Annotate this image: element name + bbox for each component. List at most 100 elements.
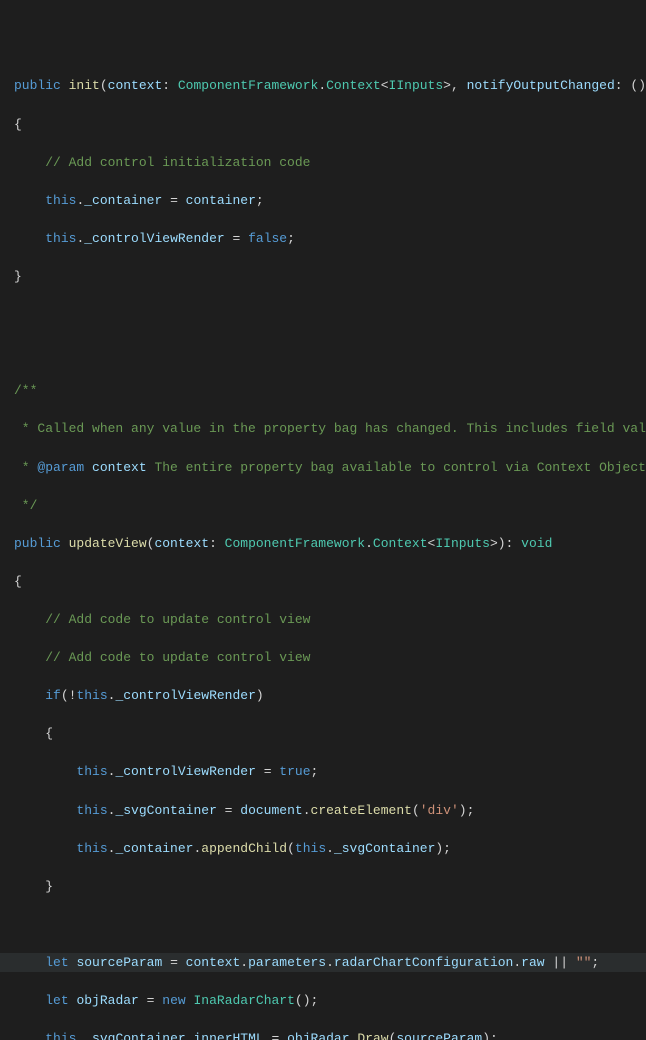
return-type: void (521, 536, 552, 551)
code-line[interactable]: this._svgContainer.innerHTML = objRadar.… (0, 1029, 646, 1040)
jsdoc-text: * (14, 460, 37, 475)
type-name: ComponentFramework (178, 78, 318, 93)
jsdoc-close: */ (14, 498, 37, 513)
punctuation: >, (443, 78, 466, 93)
comment: // Add code to update control view (45, 650, 310, 665)
identifier: document (240, 803, 302, 818)
boolean-literal: false (248, 231, 287, 246)
identifier: container (186, 193, 256, 208)
punctuation: . (186, 1031, 194, 1040)
type-name: ComponentFramework (225, 536, 365, 551)
punctuation: ; (311, 764, 319, 779)
code-line[interactable] (0, 343, 646, 362)
property: innerHTML (193, 1031, 263, 1040)
code-line[interactable]: */ (0, 496, 646, 515)
property: _controlViewRender (115, 688, 255, 703)
punctuation: >): (490, 536, 521, 551)
punctuation: = (225, 231, 248, 246)
punctuation: : (162, 78, 178, 93)
method-call: createElement (311, 803, 412, 818)
brace: { (45, 726, 53, 741)
code-line[interactable]: this._svgContainer = document.createElem… (0, 801, 646, 820)
punctuation: = (139, 993, 162, 1008)
punctuation (186, 993, 194, 1008)
code-line[interactable]: this._container.appendChild(this._svgCon… (0, 839, 646, 858)
keyword-this: this (76, 803, 107, 818)
brace: } (14, 269, 22, 284)
code-line-highlighted[interactable]: let sourceParam = context.parameters.rad… (0, 953, 646, 972)
code-editor-viewport[interactable]: public init(context: ComponentFramework.… (0, 57, 646, 1040)
punctuation: . (108, 688, 116, 703)
punctuation: ) (256, 688, 264, 703)
parameter: notifyOutputChanged (467, 78, 615, 93)
punctuation: ; (591, 955, 599, 970)
operator: || (552, 955, 568, 970)
code-line[interactable]: { (0, 115, 646, 134)
code-line[interactable]: } (0, 877, 646, 896)
punctuation: ); (435, 841, 451, 856)
property: _container (84, 193, 162, 208)
jsdoc-text: * Called when any value in the property … (14, 421, 646, 436)
code-line[interactable]: // Add code to update control view (0, 648, 646, 667)
punctuation: = (217, 803, 240, 818)
keyword-this: this (76, 688, 107, 703)
keyword-let: let (45, 993, 68, 1008)
code-line[interactable]: public init(context: ComponentFramework.… (0, 76, 646, 95)
property: _svgContainer (334, 841, 435, 856)
property: _controlViewRender (84, 231, 224, 246)
punctuation: . (240, 955, 248, 970)
code-line[interactable]: { (0, 572, 646, 591)
code-line[interactable]: if(!this._controlViewRender) (0, 686, 646, 705)
punctuation: = (162, 955, 185, 970)
code-line[interactable]: this._controlViewRender = true; (0, 762, 646, 781)
property: raw (521, 955, 544, 970)
comment: // Add control initialization code (45, 155, 310, 170)
punctuation (545, 955, 553, 970)
punctuation: ( (100, 78, 108, 93)
code-line[interactable]: * @param context The entire property bag… (0, 458, 646, 477)
code-line[interactable]: this._controlViewRender = false; (0, 229, 646, 248)
code-line[interactable]: // Add code to update control view (0, 610, 646, 629)
boolean-literal: true (279, 764, 310, 779)
code-line[interactable]: // Add control initialization code (0, 153, 646, 172)
punctuation: : (209, 536, 225, 551)
type-name: Context (326, 78, 381, 93)
jsdoc-param: context (92, 460, 147, 475)
code-line[interactable]: /** (0, 381, 646, 400)
code-line[interactable] (0, 915, 646, 934)
code-line[interactable]: { (0, 724, 646, 743)
punctuation: ( (147, 536, 155, 551)
keyword-let: let (45, 955, 68, 970)
keyword-this: this (76, 764, 107, 779)
punctuation: . (193, 841, 201, 856)
punctuation: ; (287, 231, 295, 246)
variable-decl: objRadar (76, 993, 138, 1008)
code-line[interactable] (0, 305, 646, 324)
punctuation: . (350, 1031, 358, 1040)
code-line[interactable]: let objRadar = new InaRadarChart(); (0, 991, 646, 1010)
keyword-new: new (162, 993, 185, 1008)
string-literal: 'div' (420, 803, 459, 818)
code-line[interactable]: this._container = container; (0, 191, 646, 210)
keyword-if: if (45, 688, 61, 703)
property: _svgContainer (115, 803, 216, 818)
code-line[interactable]: * Called when any value in the property … (0, 419, 646, 438)
identifier: context (186, 955, 241, 970)
punctuation: . (108, 764, 116, 779)
code-line[interactable]: } (0, 267, 646, 286)
punctuation: ( (389, 1031, 397, 1040)
punctuation: . (326, 841, 334, 856)
jsdoc-open: /** (14, 383, 37, 398)
punctuation: ); (459, 803, 475, 818)
parameter: context (108, 78, 163, 93)
punctuation: . (365, 536, 373, 551)
punctuation: ( (412, 803, 420, 818)
punctuation: . (326, 955, 334, 970)
type-name: IInputs (435, 536, 490, 551)
property: _svgContainer (84, 1031, 185, 1040)
punctuation: < (381, 78, 389, 93)
punctuation: . (76, 1031, 84, 1040)
code-line[interactable]: public updateView(context: ComponentFram… (0, 534, 646, 553)
punctuation: = (264, 1031, 287, 1040)
keyword-this: this (45, 193, 76, 208)
